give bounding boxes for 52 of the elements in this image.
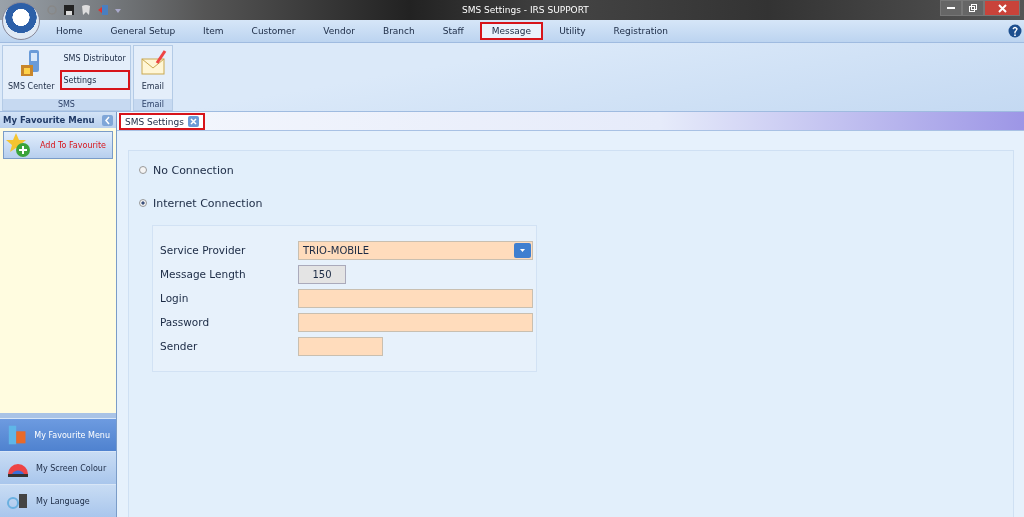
input-field[interactable] <box>298 336 383 356</box>
tooth-icon[interactable] <box>80 4 92 16</box>
ribbon-group-label: SMS <box>3 99 130 110</box>
menu-tab[interactable]: Vendor <box>311 22 367 40</box>
document-tab[interactable]: SMS Settings <box>119 113 205 130</box>
field-label: Message Length <box>160 268 247 280</box>
sidebar-title: My Favourite Menu <box>3 115 95 125</box>
menu-tab[interactable]: Staff <box>430 22 476 40</box>
minimize-button[interactable] <box>940 0 962 16</box>
input-field[interactable]: 150 <box>298 264 346 284</box>
input-field[interactable] <box>298 288 533 308</box>
ribbon-button[interactable]: SMS Center <box>3 46 60 94</box>
menu-tab[interactable]: Message <box>479 22 544 40</box>
menu-tab[interactable]: Branch <box>370 22 427 40</box>
ribbon-button[interactable]: Email <box>133 46 172 94</box>
connection-radio[interactable]: No Connection <box>139 161 234 179</box>
field-label: Password <box>160 316 211 328</box>
menu-tab[interactable]: Utility <box>547 22 598 40</box>
restore-icon <box>969 4 977 12</box>
app-logo-icon[interactable] <box>2 2 40 40</box>
add-favourite-button[interactable]: Add To Favourite <box>3 131 113 159</box>
menu-tab[interactable]: Item <box>191 22 236 40</box>
document-tab-title: SMS Settings <box>125 116 184 127</box>
field-label: Sender <box>160 340 199 352</box>
input-field[interactable] <box>298 312 533 332</box>
ribbon-button[interactable]: SMS Distributor <box>59 48 130 68</box>
radio-icon[interactable] <box>139 199 147 207</box>
close-icon[interactable] <box>187 116 199 127</box>
close-button[interactable] <box>984 0 1020 16</box>
dropdown-icon[interactable] <box>514 242 531 258</box>
sidebar-nav-item[interactable]: My Screen Colour <box>0 451 116 484</box>
sidebar-nav-item[interactable]: My Language <box>0 484 116 517</box>
ribbon-button[interactable]: Settings <box>59 70 130 90</box>
save-icon[interactable] <box>63 4 75 16</box>
minimize-icon <box>947 6 955 10</box>
menu-tab[interactable]: General Setup <box>98 22 188 40</box>
close-icon <box>997 3 1007 13</box>
window-title: SMS Settings - IRS SUPPORT <box>462 5 590 15</box>
help-icon[interactable] <box>1008 24 1022 38</box>
collapse-icon[interactable] <box>102 114 113 126</box>
dropdown-icon[interactable] <box>114 6 122 14</box>
radio-icon[interactable] <box>139 166 147 174</box>
connection-radio[interactable]: Internet Connection <box>139 194 263 212</box>
menu-tab[interactable]: Home <box>44 22 95 40</box>
field-label: Service Provider <box>160 244 247 256</box>
field-label: Login <box>160 292 190 304</box>
dropdown-field[interactable]: TRIO-MOBILE <box>298 240 533 260</box>
ribbon-group-label: Email <box>133 99 172 110</box>
menu-tab[interactable]: Customer <box>239 22 308 40</box>
menu-tab[interactable]: Registration <box>601 22 680 40</box>
star-plus-icon <box>6 132 32 158</box>
restore-button[interactable] <box>962 0 984 16</box>
